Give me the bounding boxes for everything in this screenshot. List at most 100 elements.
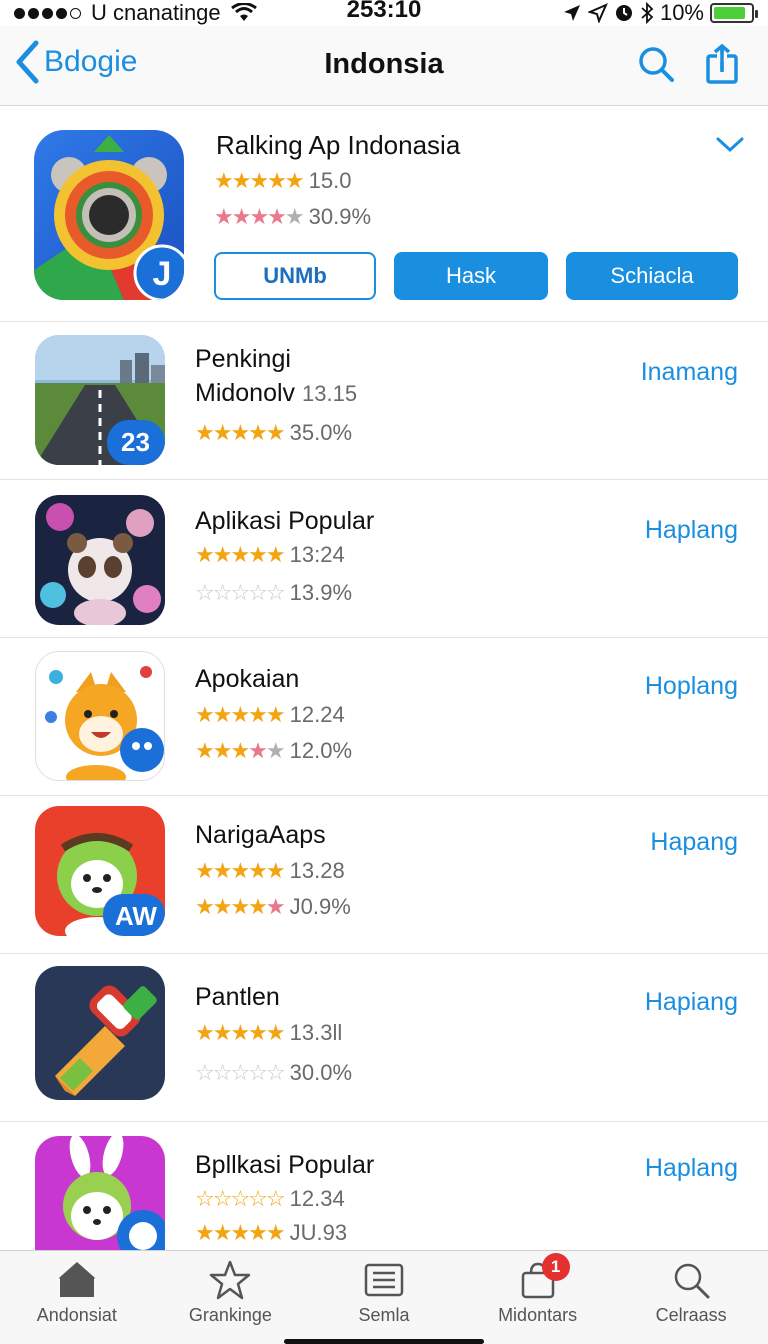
app-action-button[interactable]: Hapang bbox=[650, 828, 738, 857]
rating-stars: ★★★★★ bbox=[214, 168, 305, 193]
app-action-button[interactable]: Hoplang bbox=[645, 672, 738, 701]
featured-app-icon: J bbox=[34, 130, 184, 300]
app-version: 13.15 bbox=[302, 381, 358, 406]
list-item[interactable]: Apokaian ★★★★★ 12.24 ★★★★★ 12.0% Hoplang bbox=[0, 638, 768, 796]
tab-list[interactable]: Semla bbox=[307, 1251, 461, 1344]
app-icon bbox=[35, 966, 165, 1100]
app-rating-value: J0.9% bbox=[289, 894, 351, 919]
app-version-row: ☆☆☆☆☆ 12.34 bbox=[195, 1186, 345, 1212]
app-icon: 23 bbox=[35, 335, 165, 465]
app-rating: ★★★★★ J0.9% bbox=[195, 894, 351, 920]
tab-label: Semla bbox=[358, 1305, 410, 1325]
featured-title: Ralking Ap Indonasia bbox=[216, 130, 461, 160]
app-badge: 23 bbox=[121, 427, 150, 457]
app-rating-value: JU.93 bbox=[289, 1220, 348, 1245]
rating-stars: ☆☆☆☆☆ bbox=[195, 580, 286, 605]
rating-stars: ★★★★★ bbox=[195, 1220, 286, 1245]
home-indicator[interactable] bbox=[284, 1339, 484, 1344]
list-item[interactable]: Aplikasi Popular ★★★★★ 13:24 ☆☆☆☆☆ 13.9%… bbox=[0, 480, 768, 638]
featured-buttons: UNMb Hask Schiacla bbox=[214, 252, 738, 300]
app-version-row: ★★★★★ 12.24 bbox=[195, 702, 345, 728]
featured-button-2[interactable]: Hask bbox=[394, 252, 548, 300]
featured-rating-value: 15.0 bbox=[308, 168, 352, 193]
rating-stars: ★★★★★ bbox=[195, 542, 286, 567]
share-icon[interactable] bbox=[702, 44, 742, 84]
app-rating-value: 30.0% bbox=[289, 1060, 353, 1085]
battery-icon bbox=[710, 3, 758, 23]
app-action-button[interactable]: Hapiang bbox=[645, 988, 738, 1017]
app-action-button[interactable]: Haplang bbox=[645, 516, 738, 545]
tab-label: Celraass bbox=[655, 1305, 727, 1325]
app-icon bbox=[35, 495, 165, 625]
tab-search[interactable]: Celraass bbox=[614, 1251, 768, 1344]
app-name: Apokaian bbox=[195, 665, 300, 693]
rating-stars: ★★★★★ bbox=[195, 420, 286, 445]
chevron-down-icon[interactable] bbox=[716, 136, 744, 154]
app-rating: ☆☆☆☆☆ 30.0% bbox=[195, 1060, 352, 1086]
featured-button-3[interactable]: Schiacla bbox=[566, 252, 738, 300]
rating-stars: ★★★★★ bbox=[214, 204, 305, 229]
app-badge: AW bbox=[115, 901, 157, 931]
battery-fill bbox=[714, 7, 745, 19]
rating-stars: ★★★★★ bbox=[195, 702, 286, 727]
status-bar: U cnanatinge 253:10 10% bbox=[0, 0, 768, 26]
tab-label: Andonsiat bbox=[36, 1305, 117, 1325]
app-rating: ☆☆☆☆☆ 13.9% bbox=[195, 580, 352, 606]
tab-bag[interactable]: 1 Midontars bbox=[461, 1251, 615, 1344]
app-version-row: ★★★★★ 13.28 bbox=[195, 858, 345, 884]
app-action-button[interactable]: Inamang bbox=[641, 358, 738, 387]
tab-badge: 1 bbox=[541, 1253, 570, 1281]
rating-stars: ★★★★★ bbox=[195, 894, 286, 919]
tab-label: Grankinge bbox=[188, 1305, 272, 1325]
tab-ranking[interactable]: Grankinge bbox=[154, 1251, 308, 1344]
app-name: Bpllkasi Popular bbox=[195, 1151, 375, 1179]
app-name: Aplikasi Popular bbox=[195, 507, 375, 535]
app-version-row: ★★★★★ 13:24 bbox=[195, 542, 345, 568]
list-item[interactable]: 23 Penkingi Midonolv 13.15 ★★★★★ 35.0% I… bbox=[0, 322, 768, 480]
featured-rating2-value: 30.9% bbox=[308, 204, 372, 229]
featured-app[interactable]: J Ralking Ap Indonasia ★★★★★ 15.0 ★★★★★ … bbox=[0, 106, 768, 322]
app-icon: AW bbox=[35, 806, 165, 936]
app-icon bbox=[35, 651, 165, 781]
featured-button-1[interactable]: UNMb bbox=[214, 252, 376, 300]
rating-stars: ★★★★★ bbox=[195, 1020, 286, 1045]
featured-rating-2: ★★★★★ 30.9% bbox=[214, 204, 371, 230]
list-item[interactable]: Bpllkasi Popular ☆☆☆☆☆ 12.34 ★★★★★ JU.93… bbox=[0, 1122, 768, 1250]
list-item[interactable]: Pantlen ★★★★★ 13.3ll ☆☆☆☆☆ 30.0% Hapiang bbox=[0, 954, 768, 1122]
app-rating: ★★★★★ JU.93 bbox=[195, 1220, 347, 1246]
star-icon bbox=[210, 1260, 251, 1300]
app-version-row: ★★★★★ 13.3ll bbox=[195, 1020, 342, 1046]
app-rating-value: 35.0% bbox=[289, 420, 353, 445]
app-version: 12.24 bbox=[289, 702, 345, 727]
tab-label: Midontars bbox=[498, 1305, 578, 1325]
rating-stars: ★★★★★ bbox=[195, 858, 286, 883]
app-version: 13.3ll bbox=[289, 1020, 343, 1045]
app-rating: ★★★★★ 12.0% bbox=[195, 738, 352, 764]
list-item[interactable]: AW NarigaAaps ★★★★★ 13.28 ★★★★★ J0.9% Ha… bbox=[0, 796, 768, 954]
search-icon[interactable] bbox=[636, 44, 676, 84]
home-icon bbox=[58, 1261, 95, 1297]
app-version: 12.34 bbox=[289, 1186, 345, 1211]
rating-stars: ☆☆☆☆☆ bbox=[195, 1186, 286, 1211]
tab-home[interactable]: Andonsiat bbox=[0, 1251, 154, 1344]
app-rating-value: 12.0% bbox=[289, 738, 353, 763]
rating-stars: ☆☆☆☆☆ bbox=[195, 1060, 286, 1085]
featured-badge-letter: J bbox=[153, 255, 172, 293]
app-name: NarigaAaps bbox=[195, 821, 326, 849]
list-icon bbox=[364, 1263, 404, 1297]
app-subname: Midonolv bbox=[195, 379, 296, 407]
rating-stars: ★★★★★ bbox=[195, 738, 286, 763]
tab-bar: Andonsiat Grankinge Semla 1 Midontars Ce… bbox=[0, 1250, 768, 1344]
status-time: 253:10 bbox=[346, 0, 422, 23]
app-name: Pantlen bbox=[195, 983, 280, 1011]
search-icon bbox=[674, 1263, 710, 1299]
app-action-button[interactable]: Haplang bbox=[645, 1154, 738, 1183]
app-icon bbox=[35, 1136, 165, 1250]
app-version: 13:24 bbox=[289, 542, 345, 567]
nav-bar: Bdogie Indonsia bbox=[0, 26, 768, 106]
app-rating: ★★★★★ 35.0% bbox=[195, 420, 352, 446]
nav-icons bbox=[636, 44, 742, 84]
app-rating-value: 13.9% bbox=[289, 580, 353, 605]
app-name: Penkingi Midonolv 13.15 bbox=[195, 345, 358, 407]
featured-rating: ★★★★★ 15.0 bbox=[214, 168, 351, 194]
